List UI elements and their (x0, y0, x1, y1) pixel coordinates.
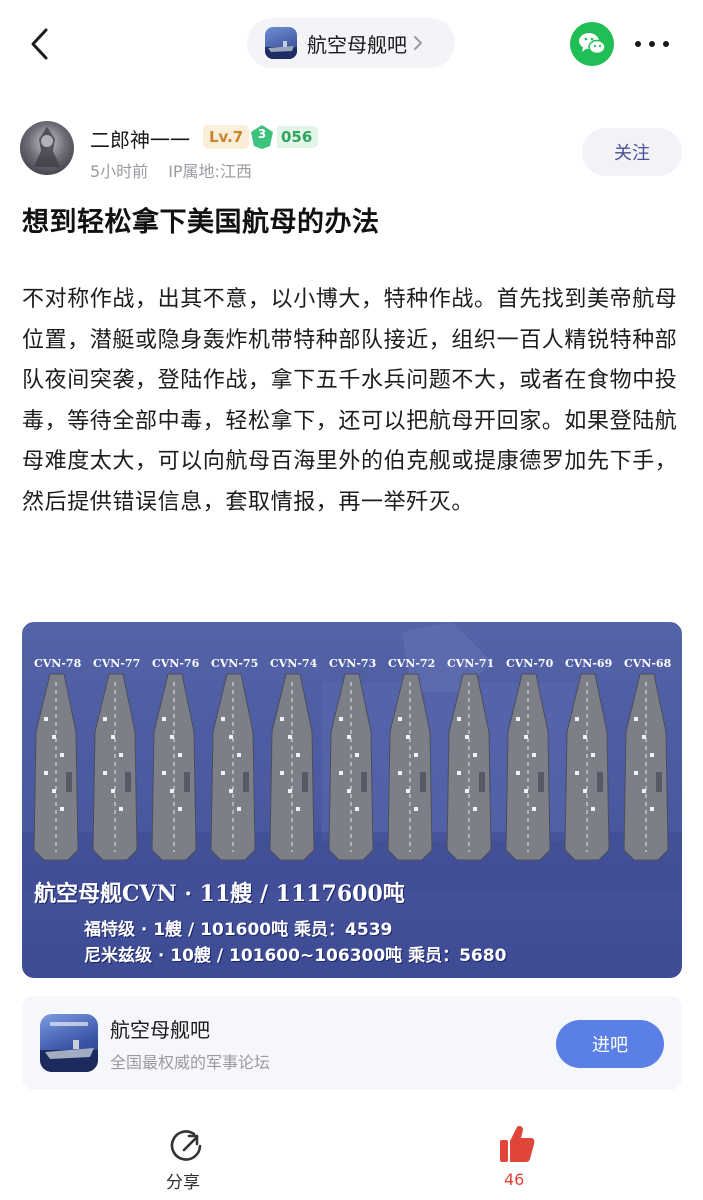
ship-label-cvn-76: CVN-76 (152, 657, 200, 670)
ship-label-cvn-73: CVN-73 (329, 657, 376, 670)
carrier-cvn-68 (623, 673, 669, 861)
ship-label-cvn-75: CVN-75 (211, 657, 258, 670)
post-title: 想到轻松拿下美国航母的办法 (22, 207, 380, 238)
post-body: 不对称作战，出其不意，以小博大，特种作战。首先找到美帝航母位置，潜艇或隐身轰炸机… (22, 287, 678, 515)
post-time: 5小时前 (90, 162, 149, 181)
ip-location: IP属地:江西 (168, 162, 252, 181)
forum-avatar-icon (265, 27, 297, 59)
share-label[interactable]: 分享 (166, 1168, 200, 1193)
author-name[interactable]: 二郎神一一 (90, 124, 190, 153)
member-score: 056 (277, 126, 319, 148)
ship-label-cvn-71: CVN-71 (447, 657, 494, 670)
forum-pill[interactable]: 航空母舰吧 (247, 18, 455, 68)
ship-label-cvn-72: CVN-72 (388, 657, 435, 670)
ship-label-cvn-69: CVN-69 (565, 657, 612, 670)
level-badge: Lv.7 (203, 125, 250, 149)
ship-label-cvn-77: CVN-77 (93, 657, 140, 670)
thumbs-up-icon[interactable] (498, 1124, 536, 1164)
back-arrow-icon[interactable] (26, 26, 56, 62)
forum-card-description: 全国最权威的军事论坛 (110, 1053, 271, 1072)
carrier-cvn-77 (92, 673, 138, 861)
gem-level: 3 (257, 127, 267, 141)
ship-label-cvn-68: CVN-68 (624, 657, 672, 670)
wechat-share-button[interactable] (570, 22, 614, 66)
carrier-cvn-75 (210, 673, 256, 861)
enter-forum-button[interactable]: 进吧 (556, 1020, 664, 1068)
carrier-cvn-78 (33, 673, 79, 861)
image-caption-nimitz: 尼米兹级 · 10艘 / 101600~106300吨 乘员：5680 (84, 946, 507, 966)
follow-button[interactable]: 关注 (582, 128, 682, 176)
forum-name: 航空母舰吧 (307, 32, 407, 57)
ship-label-cvn-74: CVN-74 (270, 657, 318, 670)
image-caption-ford: 福特级 · 1艘 / 101600吨 乘员：4539 (84, 920, 393, 940)
forum-card-icon (40, 1014, 98, 1072)
carrier-cvn-76 (151, 673, 197, 861)
ship-label-cvn-70: CVN-70 (506, 657, 554, 670)
like-count: 46 (504, 1170, 525, 1189)
forum-card-name: 航空母舰吧 (110, 1018, 210, 1042)
more-icon[interactable] (634, 40, 670, 48)
wechat-icon (579, 33, 606, 55)
carrier-cvn-74 (269, 673, 315, 861)
image-caption-main: 航空母舰CVN · 11艘 / 1117600吨 (34, 881, 405, 907)
author-avatar[interactable] (20, 121, 74, 175)
ship-label-cvn-78: CVN-78 (34, 657, 82, 670)
share-icon[interactable] (168, 1128, 204, 1164)
post-meta: 5小时前 IP属地:江西 (90, 158, 252, 182)
chevron-right-icon (414, 36, 423, 50)
